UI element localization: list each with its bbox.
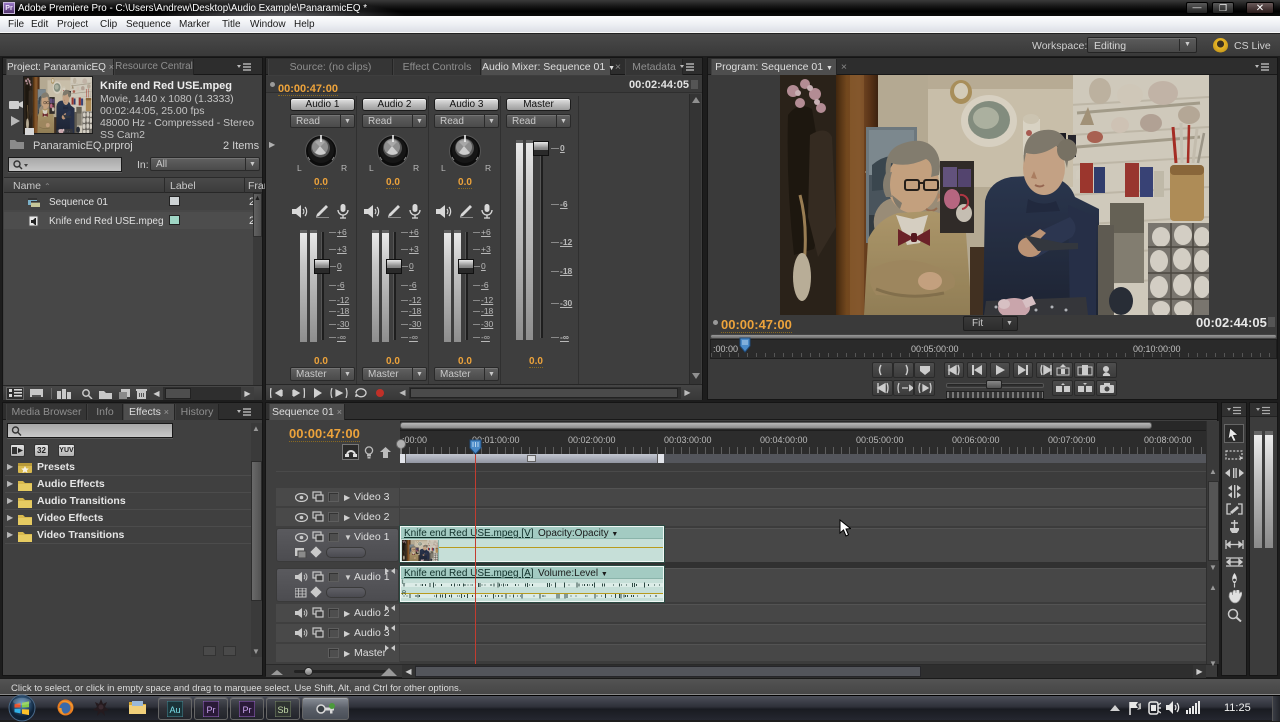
svg-text:Pr: Pr bbox=[207, 705, 216, 715]
svg-text:Pr: Pr bbox=[243, 705, 252, 715]
svg-text:Au: Au bbox=[169, 705, 180, 715]
svg-text:Sb: Sb bbox=[277, 705, 288, 715]
